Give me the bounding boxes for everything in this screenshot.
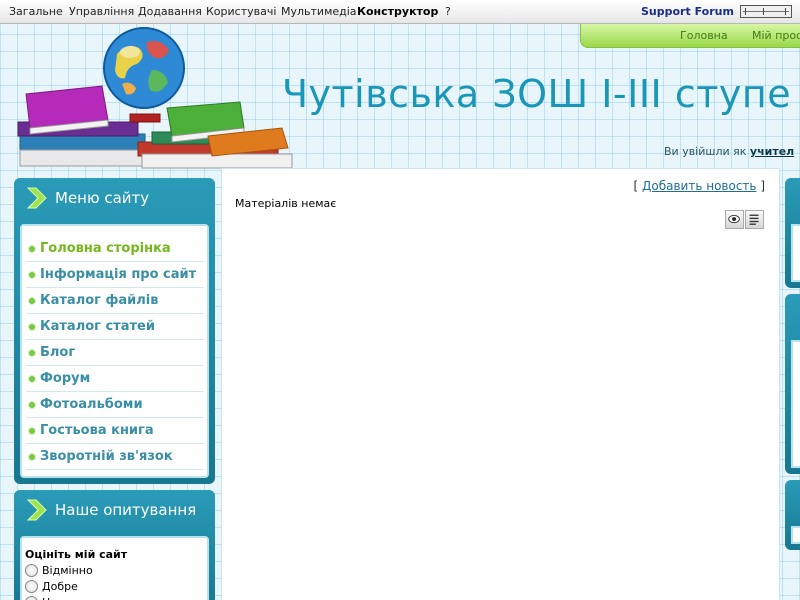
radio-button[interactable] — [25, 580, 38, 593]
poll-option-excellent[interactable]: Відмінно — [25, 564, 93, 577]
menu-item-guestbook[interactable]: Гостьова книга — [26, 418, 204, 444]
poll-question: Оцініть мій сайт — [25, 548, 128, 561]
right-block-1 — [785, 178, 800, 288]
poll-option-label: Н — [42, 596, 50, 600]
menu-item-label[interactable]: Каталог файлів — [40, 293, 158, 308]
menu-item-label[interactable]: Інформація про сайт — [40, 267, 196, 282]
right-block-content — [791, 224, 800, 282]
menu-item-forum[interactable]: Форум — [26, 366, 204, 392]
poll-option-good[interactable]: Добре — [25, 580, 78, 593]
support-forum-link[interactable]: Support Forum — [641, 5, 734, 18]
menu-item-about[interactable]: Інформація про сайт — [26, 262, 204, 288]
nav-home-link[interactable]: Головна — [680, 29, 728, 42]
menu-item-files[interactable]: Каталог файлів — [26, 288, 204, 314]
admin-toolbar: Загальне Управління Додавання Користувач… — [0, 0, 800, 24]
logged-in-info: Ви увійшли як учител — [664, 145, 794, 158]
poll-option-label: Відмінно — [42, 564, 93, 577]
right-block-content — [791, 340, 800, 468]
bracket-close: ] — [760, 179, 765, 193]
globe-books-logo — [17, 27, 293, 169]
header-nav: Головна Мій проф — [580, 24, 800, 48]
menu-item-blog[interactable]: Блог — [26, 340, 204, 366]
menu-item-label[interactable]: Форум — [40, 371, 90, 386]
nav-profile-link[interactable]: Мій проф — [752, 29, 800, 42]
bullet-icon — [29, 350, 35, 356]
radio-button[interactable] — [25, 596, 38, 600]
right-block-3 — [785, 480, 800, 550]
site-menu-block: Меню сайту Головна сторінка Інформація п… — [14, 178, 215, 484]
add-news-link[interactable]: Добавить новость — [642, 179, 756, 193]
admin-menu-multimedia[interactable]: Мультимедіа — [281, 5, 357, 18]
logged-in-user-link[interactable]: учител — [750, 145, 794, 158]
eye-icon — [728, 215, 740, 224]
bullet-icon — [29, 376, 35, 382]
view-mode-button[interactable] — [725, 210, 744, 229]
bullet-icon — [29, 272, 35, 278]
poll-header: Наше опитування — [14, 490, 215, 530]
admin-menu-add[interactable]: Додавання — [138, 5, 202, 18]
menu-item-label[interactable]: Головна сторінка — [40, 241, 171, 256]
admin-menu-users[interactable]: Користувачі — [206, 5, 276, 18]
menu-item-label[interactable]: Фотоальбоми — [40, 397, 143, 412]
site-menu-title: Меню сайту — [55, 189, 150, 207]
bullet-icon — [29, 454, 35, 460]
poll-option-third[interactable]: Н — [25, 596, 50, 600]
radio-button[interactable] — [25, 564, 38, 577]
no-materials-text: Матеріалів немає — [235, 197, 337, 210]
admin-menu-help[interactable]: ? — [445, 5, 451, 18]
poll-title: Наше опитування — [55, 501, 197, 519]
bullet-icon — [29, 428, 35, 434]
bullet-icon — [29, 246, 35, 252]
bracket-open: [ — [633, 179, 639, 193]
menu-item-label[interactable]: Зворотній зв'язок — [40, 449, 173, 464]
site-menu-content: Головна сторінка Інформація про сайт Кат… — [20, 224, 209, 478]
poll-content: Оцініть мій сайт Відмінно Добре Н — [20, 536, 209, 600]
menu-item-label[interactable]: Каталог статей — [40, 319, 155, 334]
bullet-icon — [29, 324, 35, 330]
chevron-right-icon — [26, 499, 47, 521]
bullet-icon — [29, 402, 35, 408]
menu-item-label[interactable]: Гостьова книга — [40, 423, 154, 438]
admin-menu-general[interactable]: Загальне — [9, 5, 63, 18]
bullet-icon — [29, 298, 35, 304]
menu-item-photos[interactable]: Фотоальбоми — [26, 392, 204, 418]
logged-in-label: Ви увійшли як — [664, 145, 747, 158]
toolbar-width-slider[interactable] — [740, 5, 792, 18]
site-title: Чутівська ЗОШ I-III ступе — [282, 72, 792, 116]
right-block-content — [791, 526, 800, 544]
list-icon — [749, 214, 759, 225]
menu-item-label[interactable]: Блог — [40, 345, 75, 360]
site-menu-header: Меню сайту — [14, 178, 215, 218]
poll-option-label: Добре — [42, 580, 78, 593]
poll-block: Наше опитування Оцініть мій сайт Відмінн… — [14, 490, 215, 600]
menu-item-feedback[interactable]: Зворотній зв'язок — [26, 444, 204, 470]
chevron-right-icon — [26, 187, 47, 209]
main-content: [ Добавить новость ] Матеріалів немає — [221, 168, 780, 600]
menu-item-articles[interactable]: Каталог статей — [26, 314, 204, 340]
admin-menu-constructor[interactable]: Конструктор — [357, 5, 438, 18]
right-block-2 — [785, 294, 800, 474]
admin-menu-management[interactable]: Управління — [69, 5, 134, 18]
add-news-control: [ Добавить новость ] — [633, 179, 765, 193]
menu-item-home[interactable]: Головна сторінка — [26, 236, 204, 262]
list-mode-button[interactable] — [745, 210, 764, 229]
